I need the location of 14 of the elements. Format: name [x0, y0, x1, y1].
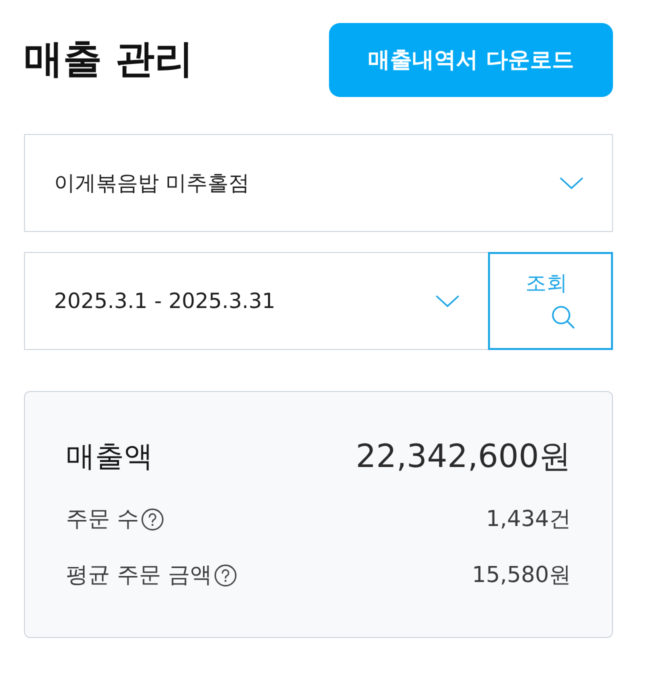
page-title: 매출 관리 [24, 38, 194, 82]
store-select[interactable]: 이게볶음밥 미추홀점 [24, 134, 613, 232]
summary-value: 15,580원 [472, 562, 571, 590]
chevron-down-icon [559, 176, 584, 190]
date-range-select[interactable]: 2025.3.1 - 2025.3.31 [24, 252, 488, 350]
summary-label: 주문 수 [66, 506, 139, 534]
help-icon[interactable] [141, 508, 164, 530]
summary-value: 22,342,600원 [356, 436, 571, 477]
summary-label: 평균 주문 금액 [66, 562, 212, 590]
summary-value: 1,434건 [486, 506, 571, 534]
help-icon[interactable] [214, 564, 237, 586]
summary-label: 매출액 [66, 438, 153, 475]
search-icon [550, 305, 574, 329]
chevron-down-icon [435, 294, 460, 308]
